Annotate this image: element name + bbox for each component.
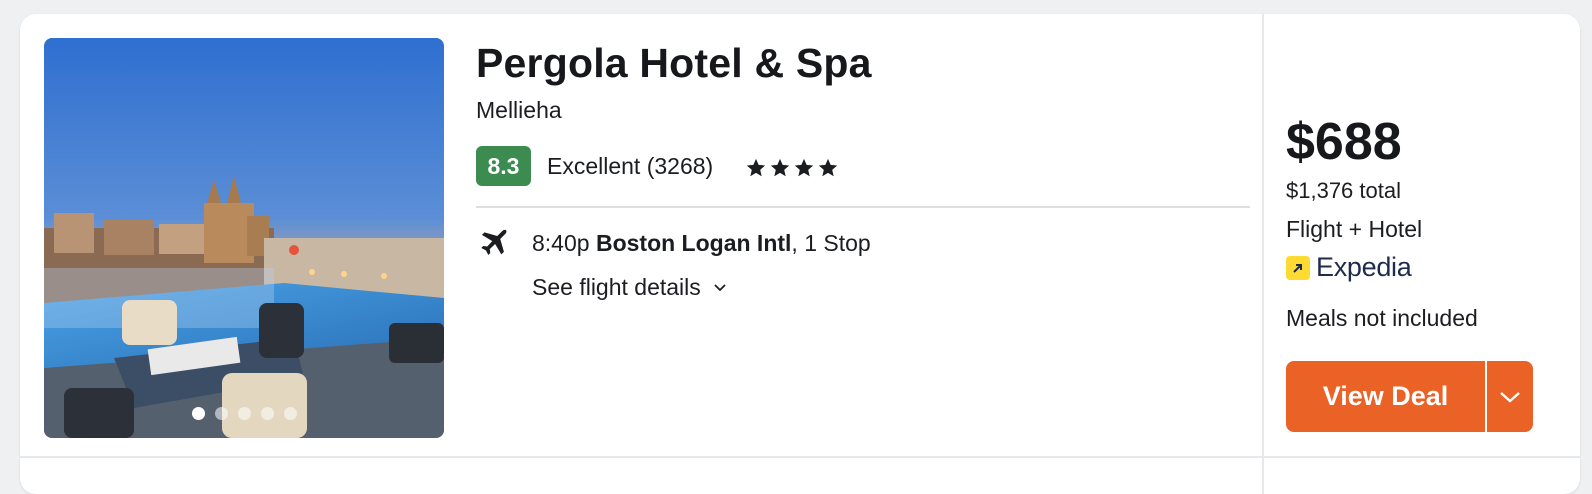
rating-row: 8.3 Excellent (3268) <box>476 146 1250 186</box>
card-footer-divider <box>20 456 1580 458</box>
star-icon <box>819 158 838 177</box>
plane-icon <box>481 229 507 256</box>
see-flight-details-link[interactable]: See flight details <box>532 274 1250 301</box>
price-per-person: $688 <box>1286 113 1402 171</box>
chevron-down-icon <box>714 283 726 291</box>
flight-summary: 8:40p Boston Logan Intl, 1 Stop <box>476 226 1250 260</box>
hotel-info: Pergola Hotel & Spa Mellieha 8.3 Excelle… <box>476 38 1250 301</box>
star-icon <box>795 158 814 177</box>
chevron-down-icon <box>1500 391 1520 403</box>
hotel-name[interactable]: Pergola Hotel & Spa <box>476 38 1250 88</box>
carousel-dot-1[interactable] <box>191 407 205 420</box>
provider: Expedia <box>1286 252 1546 283</box>
review-score-badge: 8.3 <box>476 146 531 186</box>
expedia-logo-icon <box>1286 255 1310 280</box>
hotel-photo-carousel[interactable] <box>44 38 444 438</box>
see-flight-details-label: See flight details <box>532 274 701 300</box>
deal-options-toggle[interactable] <box>1487 361 1533 432</box>
price-panel: $688 $1,376 total Flight + Hotel Expedia… <box>1286 114 1546 333</box>
star-rating <box>745 157 839 179</box>
price-total: $1,376 total <box>1286 178 1401 203</box>
carousel-dot-3[interactable] <box>237 407 251 420</box>
flight-description: 8:40p Boston Logan Intl, 1 Stop <box>532 230 871 257</box>
divider <box>476 206 1250 208</box>
package-type: Flight + Hotel <box>1286 216 1423 242</box>
view-deal-button-group: View Deal <box>1286 361 1533 432</box>
carousel-dots <box>44 407 444 420</box>
star-icon <box>747 158 766 177</box>
review-summary: Excellent (3268) <box>547 152 714 179</box>
provider-name: Expedia <box>1316 252 1412 282</box>
view-deal-button[interactable]: View Deal <box>1286 361 1485 432</box>
carousel-dot-5[interactable] <box>283 407 297 420</box>
flight-stops: , 1 Stop <box>791 229 871 256</box>
departure-time: 8:40p <box>532 229 590 256</box>
star-icon <box>771 158 790 177</box>
column-separator <box>1262 14 1264 494</box>
departure-airport: Boston Logan Intl <box>595 229 792 256</box>
hotel-location: Mellieha <box>476 97 562 123</box>
hotel-result-card: Pergola Hotel & Spa Mellieha 8.3 Excelle… <box>20 14 1580 494</box>
meals-info: Meals not included <box>1286 305 1478 331</box>
carousel-dot-4[interactable] <box>260 407 274 420</box>
hotel-photo <box>44 38 444 438</box>
carousel-dot-2[interactable] <box>214 407 228 420</box>
